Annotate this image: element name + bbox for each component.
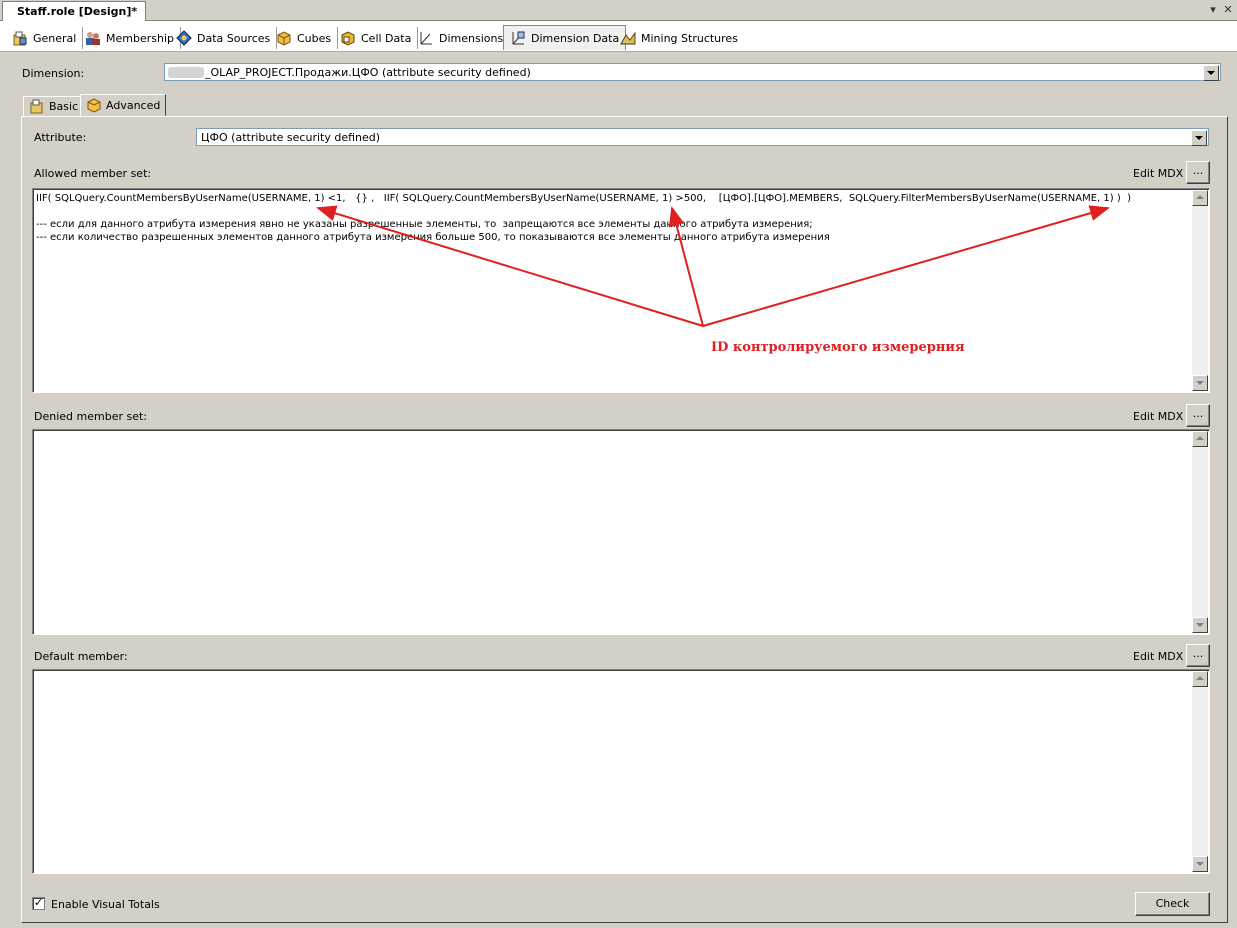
denied-edit-mdx-label: Edit MDX xyxy=(1133,410,1184,423)
scroll-up-icon[interactable] xyxy=(1192,671,1208,687)
default-edit-mdx-label: Edit MDX xyxy=(1133,650,1184,663)
check-button[interactable]: Check xyxy=(1135,892,1210,916)
enable-visual-totals-checkbox[interactable]: ✓ xyxy=(32,896,45,910)
default-member-editor[interactable] xyxy=(32,669,1210,874)
arrow-to-third-id xyxy=(702,205,1110,327)
check-mark-icon: ✓ xyxy=(34,896,44,909)
default-edit-mdx-button[interactable]: ... xyxy=(1186,644,1210,667)
scroll-up-icon[interactable] xyxy=(1192,431,1208,447)
denied-member-set-label: Denied member set: xyxy=(34,410,147,423)
scroll-down-icon[interactable] xyxy=(1192,856,1208,872)
default-scrollbar[interactable] xyxy=(1192,671,1208,872)
arrow-to-second-id xyxy=(668,206,704,327)
enable-visual-totals-label: Enable Visual Totals xyxy=(51,898,160,911)
denied-edit-mdx-button[interactable]: ... xyxy=(1186,404,1210,427)
denied-scrollbar[interactable] xyxy=(1192,431,1208,633)
scroll-down-icon[interactable] xyxy=(1192,617,1208,633)
denied-member-set-editor[interactable] xyxy=(32,429,1210,635)
default-member-label: Default member: xyxy=(34,650,128,663)
arrow-to-first-id xyxy=(316,205,704,327)
annotation-text: ID контролируемого измерерния xyxy=(711,340,965,355)
